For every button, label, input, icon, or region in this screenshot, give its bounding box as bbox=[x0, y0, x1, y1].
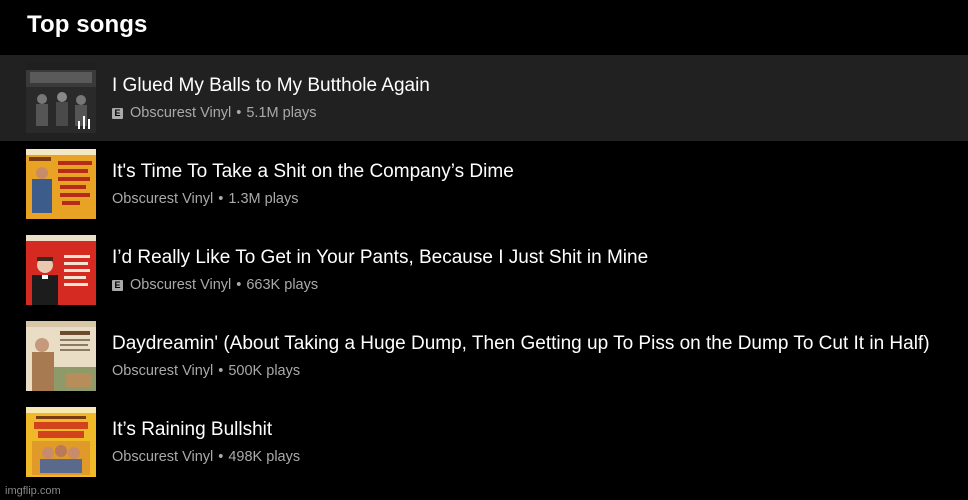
song-row[interactable]: I’d Really Like To Get in Your Pants, Be… bbox=[0, 227, 968, 313]
song-row[interactable]: It’s Raining Bullshit Obscurest Vinyl • … bbox=[0, 399, 968, 485]
play-count: 5.1M plays bbox=[246, 105, 317, 121]
play-count: 500K plays bbox=[228, 363, 301, 379]
artist-link[interactable]: Obscurest Vinyl bbox=[112, 191, 213, 207]
play-count: 663K plays bbox=[246, 277, 319, 293]
song-title[interactable]: I Glued My Balls to My Butthole Again bbox=[112, 75, 430, 97]
explicit-icon: E bbox=[112, 279, 123, 291]
artist-link[interactable]: Obscurest Vinyl bbox=[130, 277, 231, 293]
play-count: 1.3M plays bbox=[228, 191, 299, 207]
song-meta: E Obscurest Vinyl • 663K plays bbox=[112, 277, 318, 293]
song-meta: Obscurest Vinyl • 500K plays bbox=[112, 363, 300, 379]
song-meta: Obscurest Vinyl • 1.3M plays bbox=[112, 191, 298, 207]
explicit-icon: E bbox=[112, 107, 123, 119]
album-art[interactable] bbox=[26, 235, 96, 305]
section-header: Top songs bbox=[0, 0, 968, 55]
song-title[interactable]: It’s Raining Bullshit bbox=[112, 419, 272, 441]
separator-dot: • bbox=[218, 363, 224, 379]
artist-link[interactable]: Obscurest Vinyl bbox=[112, 449, 213, 465]
section-title: Top songs bbox=[27, 11, 148, 38]
play-count: 498K plays bbox=[228, 449, 301, 465]
watermark: imgflip.com bbox=[5, 485, 61, 497]
album-art[interactable] bbox=[26, 407, 96, 477]
album-art[interactable] bbox=[26, 63, 96, 133]
artist-link[interactable]: Obscurest Vinyl bbox=[130, 105, 231, 121]
song-title[interactable]: I’d Really Like To Get in Your Pants, Be… bbox=[112, 247, 648, 269]
album-art[interactable] bbox=[26, 321, 96, 391]
separator-dot: • bbox=[218, 449, 224, 465]
separator-dot: • bbox=[236, 105, 242, 121]
now-playing-icon bbox=[78, 115, 94, 129]
artist-link[interactable]: Obscurest Vinyl bbox=[112, 363, 213, 379]
album-art[interactable] bbox=[26, 149, 96, 219]
separator-dot: • bbox=[236, 277, 242, 293]
song-title[interactable]: It's Time To Take a Shit on the Company’… bbox=[112, 161, 514, 183]
song-row[interactable]: Daydreamin' (About Taking a Huge Dump, T… bbox=[0, 313, 968, 399]
song-title[interactable]: Daydreamin' (About Taking a Huge Dump, T… bbox=[112, 333, 930, 355]
song-meta: E Obscurest Vinyl • 5.1M plays bbox=[112, 105, 316, 121]
song-list: I Glued My Balls to My Butthole Again E … bbox=[0, 55, 968, 485]
song-row[interactable]: It's Time To Take a Shit on the Company’… bbox=[0, 141, 968, 227]
separator-dot: • bbox=[218, 191, 224, 207]
song-row[interactable]: I Glued My Balls to My Butthole Again E … bbox=[0, 55, 968, 141]
song-meta: Obscurest Vinyl • 498K plays bbox=[112, 449, 300, 465]
